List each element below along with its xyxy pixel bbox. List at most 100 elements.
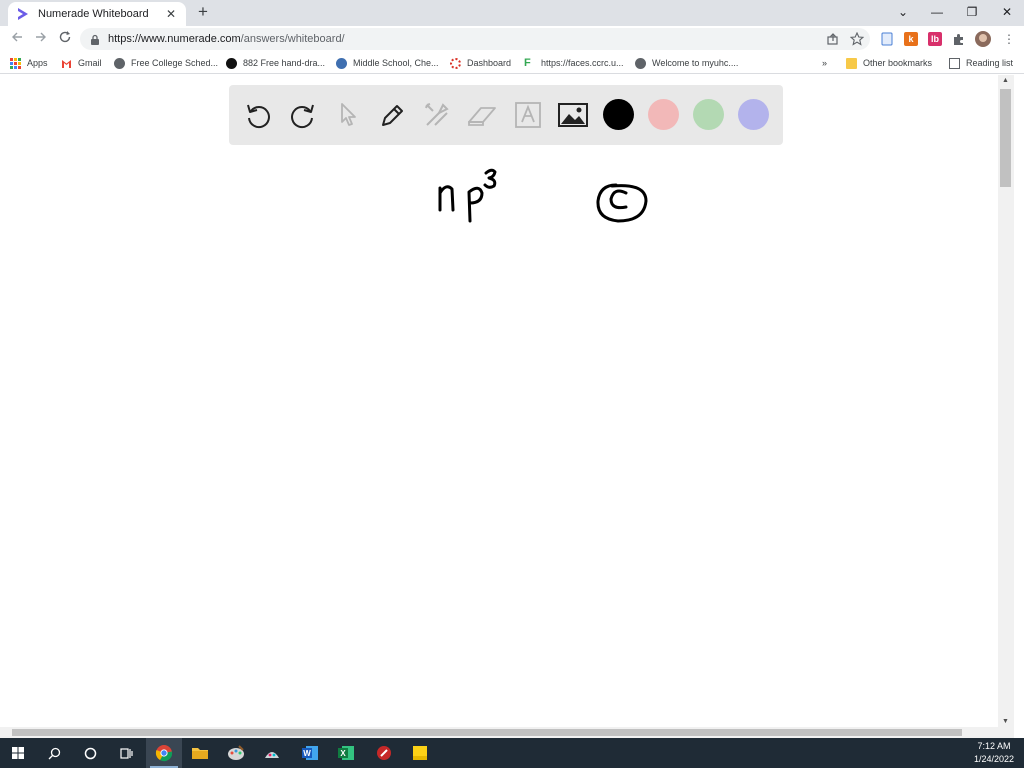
bookmark-apps[interactable]: Apps [10,56,48,70]
scroll-down-icon[interactable]: ▼ [1002,718,1010,725]
bookmark-label: Other bookmarks [863,58,933,68]
bookmark-label: Gmail [78,58,102,68]
forward-icon[interactable] [32,30,50,48]
tab-strip: Numerade Whiteboard ✕ + ⌄ — ❐ ✕ [0,0,1024,26]
bookmark-free-college-sched[interactable]: Free College Sched... [114,56,218,70]
bookmark-dashboard[interactable]: Dashboard [450,56,511,70]
page-edge [1014,75,1024,738]
whiteboard-toolbar [229,85,783,145]
redo-button[interactable] [285,97,321,133]
color-purple[interactable] [738,99,769,130]
taskbar-red-app[interactable] [366,738,402,768]
bookmark-label: 882 Free hand-dra... [243,58,326,68]
eraser-button[interactable] [464,97,500,133]
bookmark-882-free-hand-drawn[interactable]: 882 Free hand-dra... [226,56,325,70]
docs-extension-icon[interactable] [880,32,894,46]
svg-text:W: W [303,749,311,758]
search-button[interactable] [36,738,72,768]
extensions-puzzle-icon[interactable] [952,32,966,46]
image-icon [558,103,588,127]
share-icon[interactable] [826,32,840,46]
minimize-button[interactable]: — [920,0,954,24]
text-icon [515,102,541,128]
whiteboard-page[interactable] [0,75,998,727]
bookmarks-overflow-button[interactable]: » [822,56,827,70]
lb-extension-icon[interactable]: lb [928,32,942,46]
taskbar-chrome[interactable] [146,738,182,768]
tools-button[interactable] [419,97,455,133]
paint3d-icon [265,752,279,758]
vertical-scroll-thumb[interactable] [1000,89,1011,187]
tab-close-icon[interactable]: ✕ [164,7,178,21]
system-clock[interactable]: 7:12 AM 1/24/2022 [968,740,1020,766]
bookmark-gmail[interactable]: Gmail [61,56,102,70]
apps-grid-icon [10,57,21,69]
vertical-scrollbar[interactable]: ▲ ▼ [998,75,1014,727]
color-green[interactable] [693,99,724,130]
bookmark-label: Reading list [966,58,1014,68]
close-window-button[interactable]: ✕ [990,0,1024,24]
scroll-up-icon[interactable]: ▲ [1002,77,1010,84]
taskbar-paint3d[interactable] [254,738,290,768]
tab-search-icon[interactable]: ⌄ [886,0,920,24]
bookmark-star-icon[interactable] [850,32,864,46]
profile-avatar[interactable] [975,31,991,47]
numerade-logo-icon [18,8,28,20]
taskbar-sticky-notes[interactable] [402,738,438,768]
cortana-button[interactable] [72,738,108,768]
bookmark-faces-ccrc[interactable]: F https://faces.ccrc.u... [524,56,624,70]
bookmark-label: Dashboard [467,58,512,68]
text-button[interactable] [510,97,546,133]
horizontal-scrollbar[interactable] [0,727,1014,738]
url-path: /answers/whiteboard/ [240,33,345,45]
cortana-circle-icon [84,747,96,759]
k-extension-icon[interactable]: k [904,32,918,46]
pen-button[interactable] [375,97,411,133]
bookmark-other-bookmarks[interactable]: Other bookmarks [846,56,932,70]
menu-kebab-icon[interactable]: ⋮ [1002,32,1016,46]
address-bar[interactable]: https://www.numerade.com/answers/whitebo… [80,28,870,50]
bookmark-label: Middle School, Che... [353,58,439,68]
whiteboard-canvas[interactable] [0,75,998,727]
chrome-icon [155,745,173,762]
taskbar-paint[interactable] [218,738,254,768]
tab-numerade-whiteboard[interactable]: Numerade Whiteboard ✕ [8,2,186,26]
pointer-icon [341,103,356,126]
excel-icon: X [338,746,354,760]
taskbar-word[interactable]: W [292,738,328,768]
taskbar-excel[interactable]: X [328,738,364,768]
taskbar-file-explorer[interactable] [182,738,218,768]
reload-icon[interactable] [56,30,74,48]
gmail-icon [62,59,71,68]
search-icon [48,747,60,759]
task-view-button[interactable] [108,738,144,768]
pointer-button[interactable] [330,97,366,133]
undo-button[interactable] [240,97,276,133]
bookmark-label: Welcome to myuhc.... [652,58,739,68]
bookmark-middle-school[interactable]: Middle School, Che... [336,56,439,70]
paint-palette-icon [228,745,244,760]
color-black[interactable] [603,99,634,130]
bookmark-label: Free College Sched... [131,58,219,68]
start-button[interactable] [0,738,36,768]
task-view-icon [120,747,133,759]
horizontal-scroll-thumb[interactable] [12,729,962,736]
image-button[interactable] [555,97,591,133]
ink-stroke-n [438,185,455,212]
reading-list-button[interactable]: Reading list [949,56,1013,70]
reading-list-icon [949,57,960,69]
bookmark-myuhc[interactable]: Welcome to myuhc.... [635,56,738,70]
eraser-icon [468,107,496,126]
color-pink[interactable] [648,99,679,130]
tools-icon [425,103,449,126]
url-host: https://www.numerade.com [108,33,241,45]
tab-title: Numerade Whiteboard [38,8,149,20]
bookmarks-bar: Apps Gmail Free College Sched... 882 Fre… [0,52,1024,74]
faces-f-icon: F [524,56,531,69]
bookmark-label: https://faces.ccrc.u... [541,58,624,68]
new-tab-button[interactable]: + [194,3,212,21]
restore-button[interactable]: ❐ [955,0,989,24]
ink-stroke-c [609,189,628,210]
red-app-icon [377,746,391,760]
back-icon[interactable] [8,30,26,48]
